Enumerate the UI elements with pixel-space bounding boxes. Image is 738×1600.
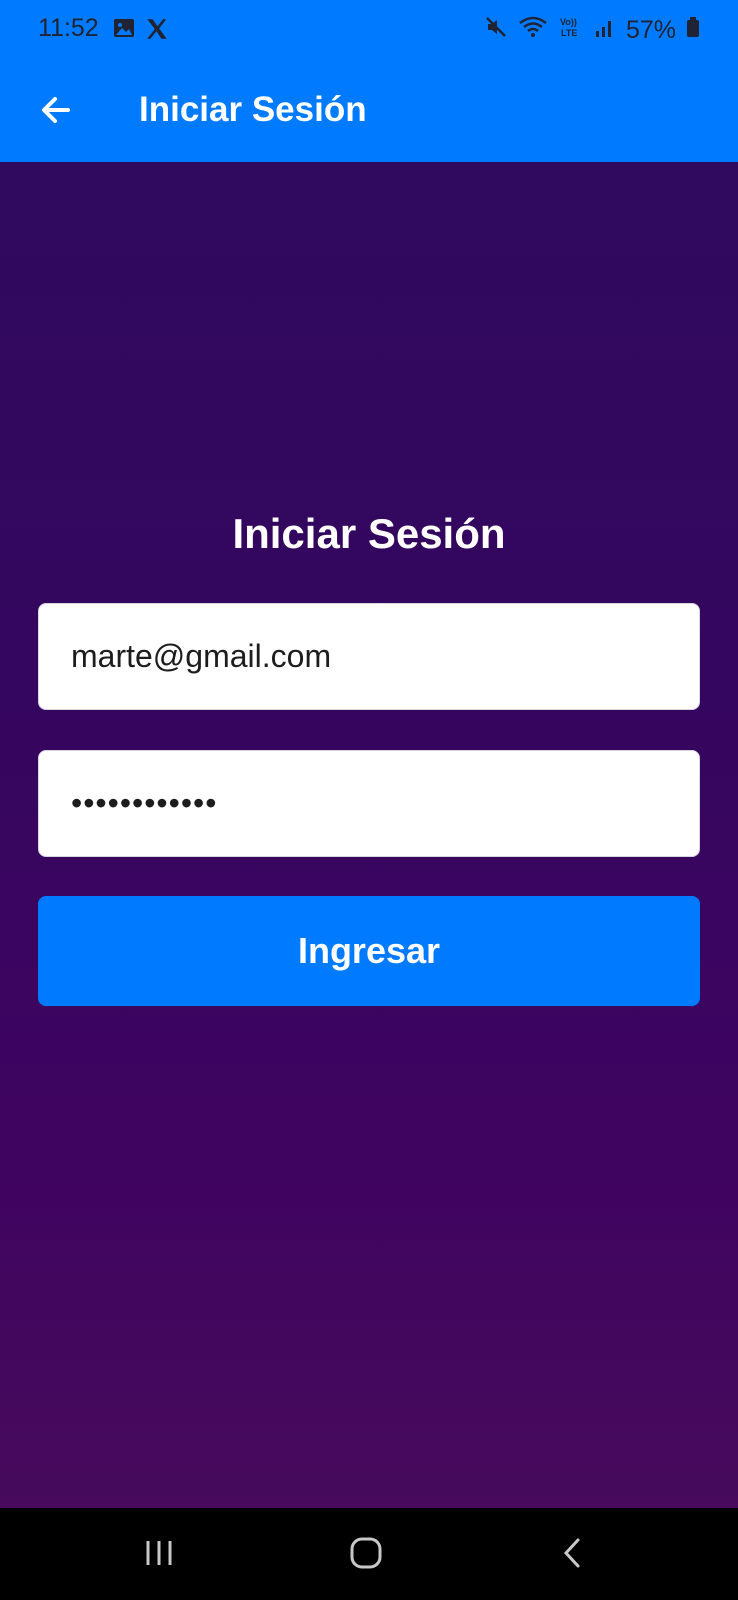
signal-icon: [594, 15, 616, 46]
system-back-button[interactable]: [543, 1528, 603, 1578]
status-time: 11:52: [38, 14, 99, 42]
home-icon: [350, 1537, 382, 1569]
login-button[interactable]: Ingresar: [38, 896, 700, 1006]
battery-icon: [686, 15, 700, 46]
app-bar-title: Iniciar Sesión: [139, 90, 367, 129]
svg-text:Vo)): Vo)): [560, 17, 577, 27]
wifi-icon: [518, 15, 548, 46]
login-screen: Iniciar Sesión marte@gmail.com •••••••••…: [0, 162, 738, 1508]
mute-icon: [484, 15, 508, 46]
email-field[interactable]: marte@gmail.com: [38, 603, 700, 710]
system-nav-bar: [0, 1508, 738, 1600]
back-button[interactable]: [28, 82, 84, 138]
home-button[interactable]: [336, 1528, 396, 1578]
recents-button[interactable]: [129, 1528, 189, 1578]
email-value: marte@gmail.com: [71, 638, 332, 674]
form-title: Iniciar Sesión: [232, 510, 506, 557]
volte-icon: Vo)) LTE: [558, 14, 584, 47]
status-bar: 11:52 Vo)) LTE 57%: [0, 0, 738, 60]
svg-text:LTE: LTE: [561, 28, 577, 38]
arrow-left-icon: [42, 97, 70, 123]
app-bar: Iniciar Sesión: [0, 60, 738, 162]
status-left-icons: [112, 16, 170, 47]
recents-icon: [146, 1541, 172, 1565]
password-field[interactable]: ••••••••••••: [38, 750, 700, 857]
back-icon: [563, 1538, 580, 1568]
gallery-icon: [112, 16, 136, 47]
password-value: ••••••••••••: [71, 785, 218, 821]
battery-percentage: 57%: [625, 16, 676, 44]
x-logo-icon: [144, 16, 170, 47]
status-right-group: Vo)) LTE 57%: [484, 14, 700, 47]
